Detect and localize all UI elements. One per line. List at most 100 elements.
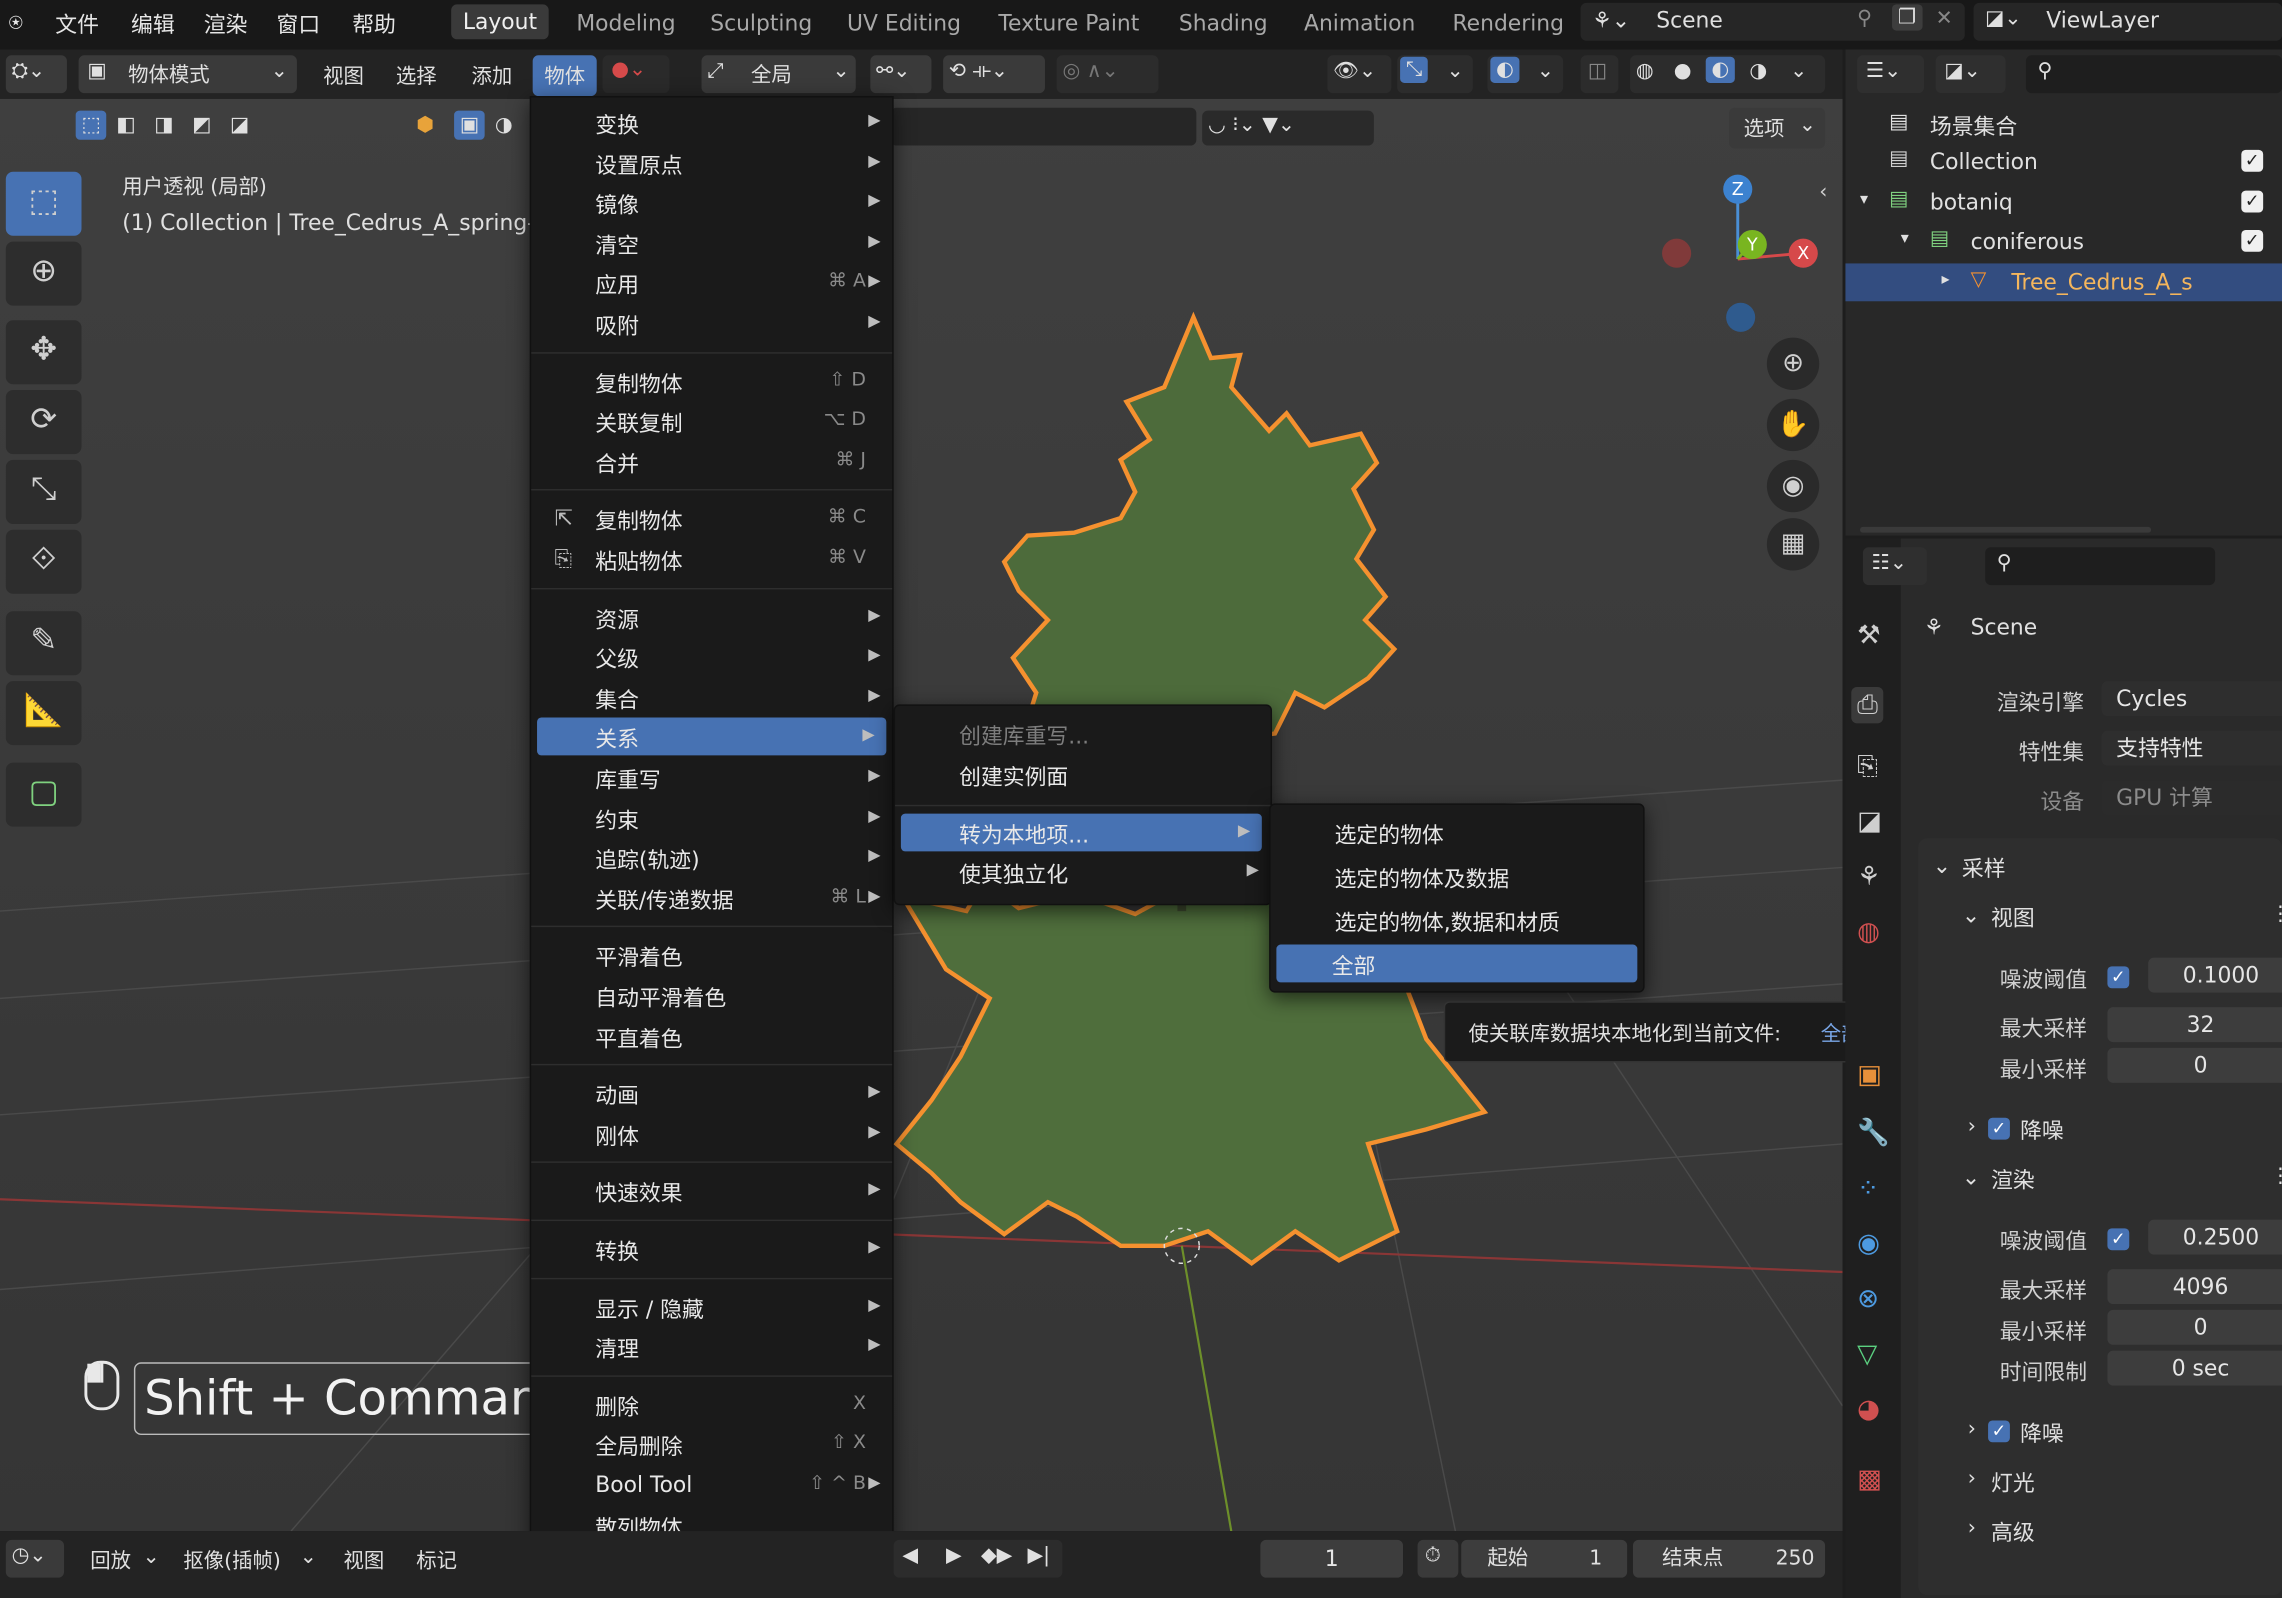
scene-tab-icon[interactable]: ⚘	[1857, 862, 1880, 893]
properties-editor-icon[interactable]: ☷⌄	[1862, 547, 1927, 586]
add-cube-tool[interactable]: ▢	[5, 762, 82, 827]
menu-view[interactable]: 视图	[343, 1546, 384, 1575]
viewport-denoise-label[interactable]: 降噪	[2020, 1115, 2064, 1146]
menu-edit[interactable]: 编辑	[131, 9, 175, 40]
object-menu-item[interactable]: 父级 ▶	[531, 638, 892, 676]
object-menu-item[interactable]: 追踪(轨迹) ▶	[531, 839, 892, 877]
object-origin-icon[interactable]: ▣	[454, 110, 485, 140]
viewport-noise-field[interactable]: 0.1000	[2148, 957, 2282, 993]
proportional-edit-icon[interactable]: ◎ ∧⌄	[1056, 55, 1159, 94]
render-min-samples-field[interactable]: 0	[2107, 1309, 2282, 1345]
blender-logo-icon[interactable]: ⍟	[9, 9, 23, 38]
object-menu-item[interactable]: 吸附 ▶	[531, 304, 892, 342]
object-menu-item[interactable]: 库重写 ▶	[531, 758, 892, 796]
object-menu-item[interactable]: 删除 X	[531, 1385, 892, 1423]
header-menu-view[interactable]: 视图	[323, 61, 364, 90]
object-menu-item[interactable]: 关系 ▶	[537, 718, 887, 756]
options-dropdown[interactable]: 选项 ⌄	[1729, 107, 1826, 149]
drag-handle-icon[interactable]: ⋮	[2270, 902, 2282, 925]
snap-icon[interactable]: ⟲ ⟛⌄	[943, 55, 1045, 94]
select-intersect-icon[interactable]: ◪	[230, 114, 249, 137]
menu-item-selected-objects-data[interactable]: 选定的物体及数据	[1271, 857, 1644, 895]
gizmo-z-axis[interactable]: Z	[1723, 174, 1753, 204]
wireframe-shading-icon[interactable]: ◍	[1636, 60, 1654, 83]
viewport-section-header[interactable]: 视图	[1991, 902, 2035, 933]
select-extend-icon[interactable]: ◧	[116, 114, 135, 137]
object-menu-item[interactable]: 复制物体 ⌘ C ⇱	[531, 500, 892, 538]
object-color-icon[interactable]: ●⌄	[602, 55, 670, 94]
object-menu-item[interactable]: 应用 ⌘ A ▶	[531, 264, 892, 302]
menu-file[interactable]: 文件	[55, 9, 99, 40]
outliner-row[interactable]: ▸ ▽ Tree_Cedrus_A_s	[1845, 262, 2282, 301]
overlay-toggle-icon[interactable]: ◐ ⌄	[1487, 55, 1564, 94]
render-max-samples-field[interactable]: 4096	[2107, 1269, 2282, 1305]
play-icon[interactable]: ▶	[946, 1544, 962, 1567]
menu-item-selected-objects-data-materials[interactable]: 选定的物体,数据和材质	[1271, 901, 1644, 939]
scene-selector[interactable]: ⚘⌄ Scene ⚲ ❐ ✕	[1580, 2, 1965, 41]
menu-playback[interactable]: 回放	[90, 1546, 131, 1575]
object-menu-item[interactable]: 复制物体 ⇧ D	[531, 362, 892, 400]
xray-icon[interactable]: ◫	[1580, 55, 1619, 94]
physics-tab-icon[interactable]: ◉	[1857, 1228, 1880, 1259]
select-subtract-icon[interactable]: ◨	[154, 114, 173, 137]
pin-icon[interactable]: ⚲	[1857, 7, 1872, 30]
advanced-section-header[interactable]: 高级	[1991, 1517, 2035, 1548]
object-menu-item[interactable]: 全局删除 ⇧ X	[531, 1425, 892, 1463]
material-ball-icon[interactable]: ◑	[495, 114, 513, 137]
rendered-shading-icon[interactable]: ◑	[1749, 60, 1767, 83]
render-noise-field[interactable]: 0.2500	[2148, 1219, 2282, 1255]
object-menu-item[interactable]: 关联复制 ⌥ D	[531, 402, 892, 440]
object-menu-item[interactable]: Bool Tool ⇧ ^ B ▶	[531, 1466, 892, 1504]
object-menu-item[interactable]: 清理 ▶	[531, 1328, 892, 1366]
expand-arrow-icon[interactable]: ▾	[1860, 188, 1868, 207]
shading-modes[interactable]: ◍ ● ◐ ◑ ⌄	[1630, 55, 1826, 94]
tab-uv-editing[interactable]: UV Editing	[847, 10, 961, 36]
tool-tab-icon[interactable]: ⚒	[1857, 620, 1880, 651]
pivot-icon[interactable]: ⚯⌄	[870, 55, 932, 94]
viewport-max-samples-field[interactable]: 32	[2107, 1007, 2282, 1043]
header-menu-select[interactable]: 选择	[396, 61, 437, 90]
menu-item-make-local[interactable]: 转为本地项... ▶	[900, 813, 1262, 852]
tab-rendering[interactable]: Rendering	[1452, 10, 1563, 36]
tab-modeling[interactable]: Modeling	[576, 10, 675, 36]
output-tab-icon[interactable]: ⎘	[1857, 751, 1878, 782]
time-limit-field[interactable]: 0 sec	[2107, 1350, 2282, 1386]
object-menu-item[interactable]: 镜像 ▶	[531, 184, 892, 222]
object-menu-item[interactable]: 平滑着色	[531, 936, 892, 974]
render-denoise-checkbox[interactable]: ✓	[1988, 1420, 2010, 1443]
particles-tab-icon[interactable]: ⁘	[1857, 1173, 1879, 1204]
gizmo-x-axis[interactable]: X	[1788, 238, 1818, 268]
menu-keying[interactable]: 抠像(插帧)	[183, 1546, 280, 1575]
next-keyframe-icon[interactable]: ◆▶	[981, 1544, 1012, 1567]
drag-handle-icon[interactable]: ⋮	[2270, 1164, 2282, 1187]
menu-item-all[interactable]: 全部	[1276, 944, 1638, 983]
outliner-row[interactable]: ▾ ▤ botaniq ✓	[1845, 183, 2282, 221]
zoom-icon[interactable]: ⊕	[1766, 337, 1820, 391]
object-menu-item[interactable]: 变换 ▶	[531, 103, 892, 141]
playback-controls[interactable]: ◀ ▶ ◆▶ ▶|	[893, 1539, 1063, 1578]
feature-set-select[interactable]: 支持特性	[2101, 730, 2282, 766]
menu-window[interactable]: 窗口	[277, 9, 321, 40]
view-layer-tab-icon[interactable]: ◪	[1857, 806, 1882, 837]
display-mode-icon[interactable]: ◪⌄	[1935, 55, 2006, 94]
lights-section-header[interactable]: 灯光	[1991, 1467, 2035, 1498]
menu-marker[interactable]: 标记	[416, 1546, 457, 1575]
cursor-tool[interactable]: ⊕	[5, 241, 82, 306]
outliner-editor-icon[interactable]: ☰⌄	[1857, 55, 1925, 94]
object-menu-item[interactable]: 平直着色	[531, 1017, 892, 1055]
viewport-denoise-checkbox[interactable]: ✓	[1988, 1117, 2010, 1140]
tab-shading[interactable]: Shading	[1179, 10, 1268, 36]
object-menu-item[interactable]: 清空 ▶	[531, 224, 892, 262]
pivot-mode-buttons[interactable]: ⬢ ▣ ◑	[410, 108, 532, 149]
expand-arrow-icon[interactable]: ▾	[1901, 228, 1909, 247]
outliner-scrollbar[interactable]	[1860, 526, 2152, 533]
tab-sculpting[interactable]: Sculpting	[710, 10, 812, 36]
sampling-header[interactable]: 采样	[1962, 853, 2006, 884]
solid-shading-icon[interactable]: ●	[1674, 60, 1692, 83]
render-section-header[interactable]: 渲染	[1991, 1164, 2035, 1195]
visibility-checkbox[interactable]: ✓	[2241, 149, 2264, 172]
visibility-checkbox[interactable]: ✓	[2241, 189, 2264, 212]
visibility-checkbox[interactable]: ✓	[2241, 229, 2264, 252]
outliner-search-input[interactable]: ⚲	[2025, 55, 2282, 94]
editor-type-icon[interactable]: ◷⌄	[5, 1539, 65, 1578]
